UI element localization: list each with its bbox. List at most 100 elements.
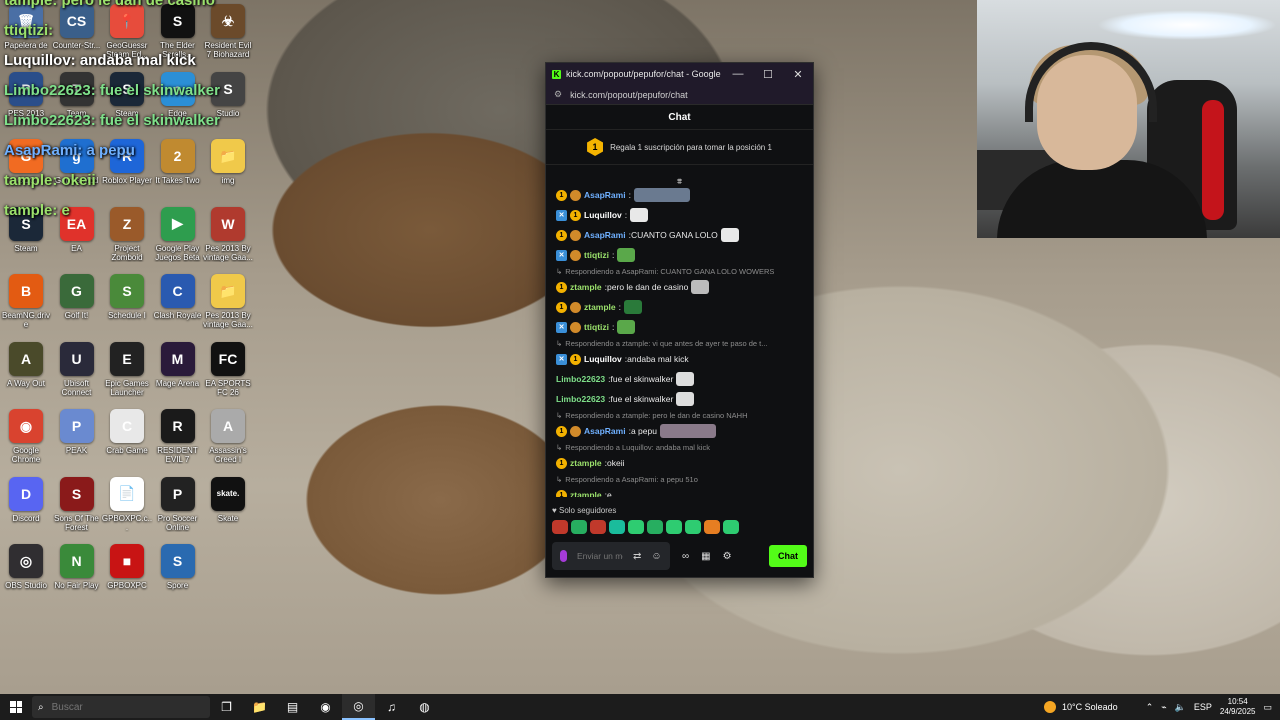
desktop-icon[interactable]: S The Elder Scrolls...	[152, 4, 204, 59]
desktop-icon[interactable]: P PEAK	[51, 409, 103, 464]
quick-emote-icon[interactable]	[571, 520, 587, 534]
chat-username[interactable]: ztample	[570, 282, 602, 293]
chat-message[interactable]: ✕ 1 Luquillov: andaba mal kick	[556, 349, 803, 369]
quick-emote-icon[interactable]	[609, 520, 625, 534]
store-icon[interactable]: ▦	[701, 551, 710, 562]
chat-username[interactable]: ztample	[584, 302, 616, 313]
chat-username[interactable]: ztample	[570, 490, 602, 498]
desktop-icon[interactable]: C Crab Game	[101, 409, 153, 464]
quick-emote-icon[interactable]	[552, 520, 568, 534]
notifications-icon[interactable]: ▭	[1263, 702, 1272, 713]
desktop-icon[interactable]: S Spore	[152, 544, 204, 599]
desktop-icon[interactable]: skate. Skate	[202, 476, 254, 532]
desktop-icon[interactable]: B BeamNG.drive	[0, 274, 52, 329]
chat-message[interactable]: 1 ztample:	[556, 297, 803, 317]
desktop-icon[interactable]: G Golf It!	[51, 274, 103, 329]
emote-icon[interactable]	[617, 320, 636, 334]
desktop-icon[interactable]: S Schedule I	[101, 274, 153, 329]
chat-message[interactable]: 1 AsapRami:	[556, 185, 803, 205]
chat-username[interactable]: ttiqtizi	[584, 250, 609, 261]
desktop-icon[interactable]: 📁 Pes 2013 By vintage Gaa...	[202, 274, 254, 329]
desktop-icon[interactable]: M Mage Arena	[152, 341, 204, 397]
emote-icon[interactable]	[630, 208, 649, 222]
desktop-icon[interactable]: C Clash Royale	[152, 274, 204, 329]
maximize-button[interactable]: ☐	[753, 68, 783, 81]
chat-username[interactable]: Limbo22623	[556, 394, 605, 405]
emote-icon[interactable]	[617, 248, 636, 262]
quick-emote-icon[interactable]	[647, 520, 663, 534]
chat-message[interactable]: ✕ 1 Luquillov:	[556, 205, 803, 225]
desktop-icon[interactable]: R RESIDENT EVIL 7	[152, 409, 204, 464]
chat-username[interactable]: Limbo22623	[556, 374, 605, 385]
weather-widget[interactable]: 10°C Soleado	[1044, 701, 1118, 713]
chat-message[interactable]: Limbo22623: fue el skinwalker	[556, 389, 803, 409]
clock[interactable]: 10:54 24/9/2025	[1220, 697, 1256, 717]
spotify-taskbar-icon[interactable]: ♫	[375, 694, 408, 720]
language-indicator[interactable]: ESP	[1194, 702, 1212, 712]
window-titlebar[interactable]: K kick.com/popout/pepufor/chat - Google …	[546, 63, 813, 85]
chat-username[interactable]: Luquillov	[584, 354, 622, 365]
gift-sub-banner[interactable]: 1 Regala 1 suscripción para tomar la pos…	[546, 130, 813, 165]
emote-icon[interactable]	[659, 424, 716, 438]
site-settings-icon[interactable]: ⚙	[554, 89, 562, 100]
desktop-icon[interactable]: Z Project Zomboid	[101, 206, 153, 262]
emote-icon[interactable]	[633, 188, 690, 202]
chat-username[interactable]: ttiqtizi	[584, 322, 609, 333]
obs-taskbar-icon[interactable]: ◍	[408, 694, 441, 720]
chat-username[interactable]: AsapRami	[584, 190, 626, 201]
desktop-icon[interactable]: A A Way Out	[0, 341, 52, 397]
chat-message[interactable]: 1 AsapRami: CUANTO GANA LOLO	[556, 225, 803, 245]
chat-username[interactable]: ztample	[570, 458, 602, 469]
emote-icon[interactable]	[676, 372, 695, 386]
desktop-icon[interactable]: ☣ Resident Evil 7 Biohazard	[202, 4, 254, 59]
emote-icon[interactable]	[691, 280, 710, 294]
chrome-taskbar-icon[interactable]: ◎	[342, 694, 375, 720]
quick-emote-icon[interactable]	[704, 520, 720, 534]
send-chat-button[interactable]: Chat	[769, 545, 807, 567]
desktop-icon[interactable]: A Assassin's Creed I	[202, 409, 254, 464]
kicks-icon[interactable]: ∞	[682, 551, 689, 562]
desktop-icon[interactable]: ◎ OBS Studio	[0, 544, 52, 599]
emote-icon[interactable]	[720, 228, 739, 242]
chat-input-box[interactable]: ⇄ ☺	[552, 542, 670, 570]
chat-message[interactable]: ✕ ttiqtizi:	[556, 245, 803, 265]
quick-emote-icon[interactable]	[628, 520, 644, 534]
settings-icon[interactable]: ⚙	[723, 551, 732, 562]
desktop-icon[interactable]: 📄 GPBOXPC.c...	[101, 476, 153, 532]
chat-message[interactable]: Limbo22623: fue el skinwalker	[556, 369, 803, 389]
chat-message[interactable]: 1 ztample: e	[556, 485, 803, 497]
translate-icon[interactable]: ⇄	[633, 551, 641, 562]
desktop-icon[interactable]: ■ GPBOXPC	[101, 544, 153, 599]
start-button[interactable]	[0, 701, 32, 713]
network-icon[interactable]: ⌁	[1161, 702, 1166, 713]
close-button[interactable]: ✕	[783, 68, 813, 81]
ms-store-icon[interactable]: ▤	[276, 694, 309, 720]
desktop-icon[interactable]: ◉ Google Chrome	[0, 409, 52, 464]
quick-emote-icon[interactable]	[590, 520, 606, 534]
emote-icon[interactable]	[676, 392, 695, 406]
quick-emote-icon[interactable]	[666, 520, 682, 534]
desktop-icon[interactable]: U Ubisoft Connect	[51, 341, 103, 397]
chat-message[interactable]: 1 ztample: okeii	[556, 453, 803, 473]
chat-message[interactable]: 1 ztample: pero le dan de casino	[556, 277, 803, 297]
desktop-icon[interactable]: CS Counter-Str...	[51, 4, 103, 59]
desktop-icon[interactable]: 📁 img	[202, 139, 254, 194]
chat-username[interactable]: Luquillov	[584, 210, 622, 221]
mic-icon[interactable]	[560, 550, 567, 562]
desktop-icon[interactable]: P Pro Soccer Online	[152, 476, 204, 532]
emoji-icon[interactable]: ☺	[651, 551, 661, 562]
taskbar-search[interactable]: ⌕	[32, 696, 210, 718]
discord-taskbar-icon[interactable]: ◉	[309, 694, 342, 720]
desktop-icon[interactable]: W Pes 2013 By vintage Gaa...	[202, 206, 254, 262]
desktop-icon[interactable]: E Epic Games Launcher	[101, 341, 153, 397]
chat-username[interactable]: AsapRami	[584, 426, 626, 437]
quick-emote-icon[interactable]	[685, 520, 701, 534]
address-bar[interactable]: ⚙ kick.com/popout/pepufor/chat	[546, 85, 813, 105]
chat-input[interactable]	[577, 543, 623, 569]
chat-message[interactable]: 1 AsapRami: a pepu	[556, 421, 803, 441]
search-input[interactable]	[51, 701, 162, 713]
minimize-button[interactable]: —	[723, 68, 753, 80]
emote-icon[interactable]	[624, 300, 643, 314]
quick-emote-icon[interactable]	[723, 520, 739, 534]
desktop-icon[interactable]: 📍 GeoGuessr Steam Ed...	[101, 4, 153, 59]
